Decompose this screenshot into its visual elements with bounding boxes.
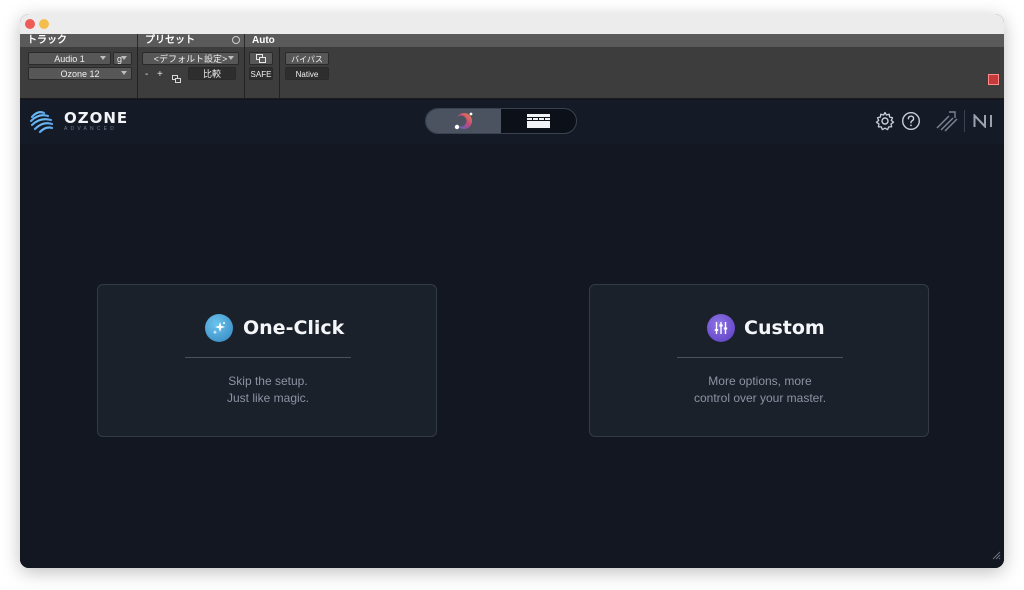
plugin-selector[interactable]: Ozone 12 [28,67,132,80]
divider [244,47,245,98]
ni-logo-icon [973,113,995,133]
ozone-logo-icon [28,107,56,140]
one-click-line-1: Skip the setup. [228,374,308,388]
plugin-status-indicator[interactable] [988,74,999,85]
ozone-signal-icon[interactable] [935,110,959,137]
custom-description: More options, more control over your mas… [590,373,930,407]
logo-name: OZONE [64,109,129,127]
settings-gear-icon[interactable] [875,111,895,136]
minimize-window-button[interactable] [39,19,49,29]
track-header: トラック [20,34,138,47]
preset-decrement-button[interactable]: - [145,68,148,81]
custom-line-1: More options, more [708,374,812,388]
compare-button[interactable]: 比較 [188,67,236,80]
resize-handle-icon[interactable] [992,547,1001,565]
assistant-view-tab[interactable] [426,109,501,133]
one-click-line-2: Just like magic. [226,391,310,405]
sliders-icon [714,322,728,334]
auto-header: Auto [245,34,1004,47]
track-selector[interactable]: Audio 1 [28,52,111,65]
one-click-description: Skip the setup. Just like magic. [98,373,438,407]
copy-icon [256,54,266,63]
safe-button[interactable]: SAFE [249,67,273,80]
help-icon[interactable] [901,111,921,136]
preset-menu-icon[interactable] [232,36,240,44]
custom-line-2: control over your master. [693,391,827,405]
one-click-badge [205,314,233,342]
preset-header: プリセット [138,34,245,47]
one-click-card[interactable]: One-Click Skip the setup. Just like magi… [97,284,437,437]
card-divider [185,357,351,358]
assistant-orb-icon [454,112,473,130]
custom-title: Custom [744,317,825,339]
view-toggle [425,108,577,134]
preset-copy-icon[interactable] [172,70,181,83]
automation-copy-button[interactable] [249,52,273,65]
preset-header-label: プリセット [145,35,195,46]
card-divider [677,357,843,358]
native-button[interactable]: Native [285,67,329,80]
logo-edition: ADVANCED [64,126,118,132]
host-plugin-header: トラック プリセット Auto Audio 1 g Ozone 12 <デフォル… [20,34,1004,99]
one-click-title: One-Click [243,317,345,339]
title-bar [20,14,1004,34]
track-group-selector[interactable]: g [113,52,132,65]
preset-selector[interactable]: <デフォルト設定> [142,52,239,65]
magic-sparkle-icon [212,322,225,335]
close-window-button[interactable] [25,19,35,29]
plugin-top-bar: OZONE ADVANCED [20,100,1004,144]
bypass-button[interactable]: バイパス [285,52,329,65]
module-view-tab[interactable] [501,109,576,133]
divider [137,47,138,98]
modules-grid-icon [527,114,550,128]
custom-card[interactable]: Custom More options, more control over y… [589,284,929,437]
divider [964,110,965,132]
divider [279,47,280,98]
custom-badge [707,314,735,342]
plugin-window: トラック プリセット Auto Audio 1 g Ozone 12 <デフォル… [20,14,1004,568]
preset-increment-button[interactable]: + [157,68,163,81]
ozone-plugin: OZONE ADVANCED One-Click Skip the setup.… [20,100,1004,568]
